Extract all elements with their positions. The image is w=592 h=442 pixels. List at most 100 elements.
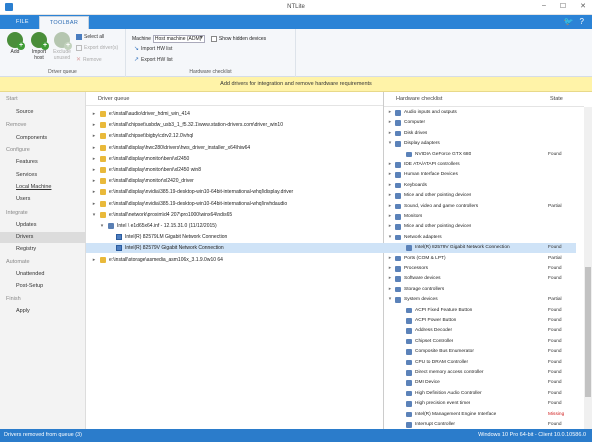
expand-arrow-icon[interactable]: ▾: [387, 295, 393, 305]
scrollbar-thumb[interactable]: [585, 267, 591, 397]
expand-arrow-icon[interactable]: ▸: [387, 264, 393, 274]
remove-button[interactable]: ✕ Remove: [76, 56, 102, 64]
nav-item-components[interactable]: Components: [0, 133, 86, 144]
hardware-category-row[interactable]: ▸ Audio inputs and outputs: [384, 108, 576, 118]
hardware-device-row[interactable]: Composite Bus Enumerator Found: [384, 347, 576, 357]
hardware-category-row[interactable]: ▸ Computer: [384, 118, 576, 128]
queue-row[interactable]: ▸ e:\install\display\nvidia\385.19-deskto…: [86, 187, 384, 197]
hardware-device-row[interactable]: NVIDIA GeForce GTX 680 Found: [384, 150, 576, 160]
expand-arrow-icon[interactable]: ▸: [387, 285, 393, 295]
export-hw-list-button[interactable]: ↗ Export HW list: [134, 56, 173, 64]
hardware-category-row[interactable]: ▸ Storage controllers: [384, 285, 576, 295]
expand-arrow-icon[interactable]: ▸: [387, 212, 393, 222]
expand-arrow-icon[interactable]: ▾: [91, 210, 97, 220]
expand-arrow-icon[interactable]: ▸: [387, 108, 393, 118]
queue-row[interactable]: ▸ e:\install\chipset\usbdw_usb3_1_f5.32.1…: [86, 120, 384, 130]
nav-item-local-machine[interactable]: Local Machine: [0, 182, 86, 193]
queue-row[interactable]: Intel(R) 82579V Gigabit Network Connecti…: [86, 243, 384, 254]
expand-arrow-icon[interactable]: ▸: [91, 109, 97, 119]
queue-row[interactable]: ▸ e:\install\display\nvidia\385.19-deskto…: [86, 199, 384, 209]
hardware-category-row[interactable]: ▸ Human Interface Devices: [384, 170, 576, 180]
expand-arrow-icon[interactable]: ▸: [91, 131, 97, 141]
nav-item-services[interactable]: Services: [0, 170, 86, 181]
expand-arrow-icon[interactable]: ▸: [387, 274, 393, 284]
nav-item-post-setup[interactable]: Post-Setup: [0, 281, 86, 292]
expand-arrow-icon[interactable]: ▸: [387, 254, 393, 264]
hardware-device-row[interactable]: DMI Device Found: [384, 378, 576, 388]
hardware-category-row[interactable]: ▾ Display adapters: [384, 139, 576, 149]
expand-arrow-icon[interactable]: ▸: [91, 187, 97, 197]
expand-arrow-icon[interactable]: ▸: [387, 222, 393, 232]
hardware-category-row[interactable]: ▸ Sound, video and game controllers Partia…: [384, 202, 576, 212]
expand-arrow-icon[interactable]: ▸: [387, 160, 393, 170]
export-drivers-button[interactable]: Export driver(s): [76, 45, 118, 51]
queue-row[interactable]: Intel(R) 82579LM Gigabit Network Connect…: [86, 232, 384, 242]
queue-row[interactable]: ▸ e:\install\audio\driver_hdmi_win_414: [86, 109, 384, 119]
queue-row[interactable]: ▸ e:\install\chipset\bigby\cdrv2.12.0\vhq…: [86, 131, 384, 141]
hardware-category-row[interactable]: ▾ Network adapters: [384, 233, 576, 243]
hardware-device-row[interactable]: Direct memory access controller Found: [384, 368, 576, 378]
hardware-device-row[interactable]: ACPI Power Button Found: [384, 316, 576, 326]
expand-arrow-icon[interactable]: ▸: [387, 191, 393, 201]
hardware-category-row[interactable]: ▸ Processors Found: [384, 264, 576, 274]
expand-arrow-icon[interactable]: ▸: [91, 199, 97, 209]
twitter-icon[interactable]: 🐦: [564, 17, 574, 26]
hardware-device-row[interactable]: High Definition Audio Controller Found: [384, 389, 576, 399]
queue-row[interactable]: ▸ e:\install\display\monitor\beni\xl2450 …: [86, 165, 384, 175]
expand-arrow-icon[interactable]: ▸: [387, 170, 393, 180]
queue-row[interactable]: ▸ e:\install\storage\asmedia_asm106x_3.1.…: [86, 255, 384, 265]
hardware-category-row[interactable]: ▸ Monitors: [384, 212, 576, 222]
import-host-button[interactable]: Import host: [28, 32, 50, 61]
expand-arrow-icon[interactable]: ▸: [387, 202, 393, 212]
nav-item-updates[interactable]: Updates: [0, 220, 86, 231]
expand-arrow-icon[interactable]: ▸: [387, 118, 393, 128]
hardware-category-row[interactable]: ▸ IDE ATA/ATAPI controllers: [384, 160, 576, 170]
expand-arrow-icon[interactable]: ▸: [91, 143, 97, 153]
expand-arrow-icon[interactable]: ▸: [91, 120, 97, 130]
show-hidden-checkbox[interactable]: [210, 36, 217, 42]
queue-row[interactable]: ▾ e:\install\network\proxim\d4 207\pro100…: [86, 210, 384, 220]
help-icon[interactable]: ?: [580, 17, 584, 26]
expand-arrow-icon[interactable]: ▸: [91, 154, 97, 164]
nav-item-unattended[interactable]: Unattended: [0, 269, 86, 280]
expand-arrow-icon[interactable]: ▾: [387, 233, 393, 243]
exclude-unused-button[interactable]: Exclude unused: [51, 32, 73, 61]
select-all-button[interactable]: Select all: [76, 34, 104, 40]
hardware-category-row[interactable]: ▸ Disk drives: [384, 129, 576, 139]
tab-file[interactable]: FILE: [6, 16, 39, 29]
import-hw-list-button[interactable]: ↘ Import HW list: [134, 45, 172, 53]
queue-row[interactable]: ▸ e:\install\display\monitor\xl2420_drive…: [86, 176, 384, 186]
hardware-device-row[interactable]: High precision event timer Found: [384, 399, 576, 409]
hardware-device-row[interactable]: CPU to DRAM Controller Found: [384, 358, 576, 368]
queue-row[interactable]: ▸ e:\install\display\monitor\beni\xl2450: [86, 154, 384, 164]
nav-item-registry[interactable]: Registry: [0, 244, 86, 255]
expand-arrow-icon[interactable]: ▸: [387, 181, 393, 191]
minimize-icon[interactable]: –: [542, 2, 546, 10]
expand-arrow-icon[interactable]: ▸: [387, 129, 393, 139]
hardware-category-row[interactable]: ▸ Ports (COM & LPT) Partial: [384, 254, 576, 264]
nav-item-source[interactable]: Source: [0, 107, 86, 118]
queue-row[interactable]: ▸ e:\install\display\hwc280\drivers\hws_d…: [86, 143, 384, 153]
expand-arrow-icon[interactable]: ▾: [387, 139, 393, 149]
hardware-device-row[interactable]: Chipset Controller Found: [384, 337, 576, 347]
hardware-category-row[interactable]: ▸ Mice and other pointing devices: [384, 222, 576, 232]
close-icon[interactable]: ✕: [580, 2, 586, 10]
nav-item-drivers[interactable]: Drivers: [0, 232, 86, 243]
expand-arrow-icon[interactable]: ▸: [91, 176, 97, 186]
nav-item-users[interactable]: Users: [0, 194, 86, 205]
machine-select[interactable]: Host machine (ADM): [152, 35, 205, 43]
nav-item-apply[interactable]: Apply: [0, 306, 86, 317]
expand-arrow-icon[interactable]: ▸: [91, 255, 97, 265]
hardware-category-row[interactable]: ▸ Mice and other pointing devices: [384, 191, 576, 201]
add-button[interactable]: Add: [4, 32, 26, 56]
tab-toolbar[interactable]: TOOLBAR: [38, 16, 90, 29]
expand-arrow-icon[interactable]: ▾: [99, 221, 105, 231]
expand-arrow-icon[interactable]: ▸: [91, 165, 97, 175]
hardware-scrollbar[interactable]: [584, 107, 592, 429]
hardware-device-row[interactable]: ACPI Fixed Feature Button Found: [384, 306, 576, 316]
hardware-device-row[interactable]: Intel(R) Management Engine Interface Miss…: [384, 410, 576, 420]
nav-item-features[interactable]: Features: [0, 157, 86, 168]
queue-row[interactable]: ▾ Intel \ e1d65x64.inf - 12.15.31.0 (11/1…: [86, 221, 384, 231]
hardware-category-row[interactable]: ▸ Keyboards: [384, 181, 576, 191]
maximize-icon[interactable]: ☐: [560, 2, 566, 10]
